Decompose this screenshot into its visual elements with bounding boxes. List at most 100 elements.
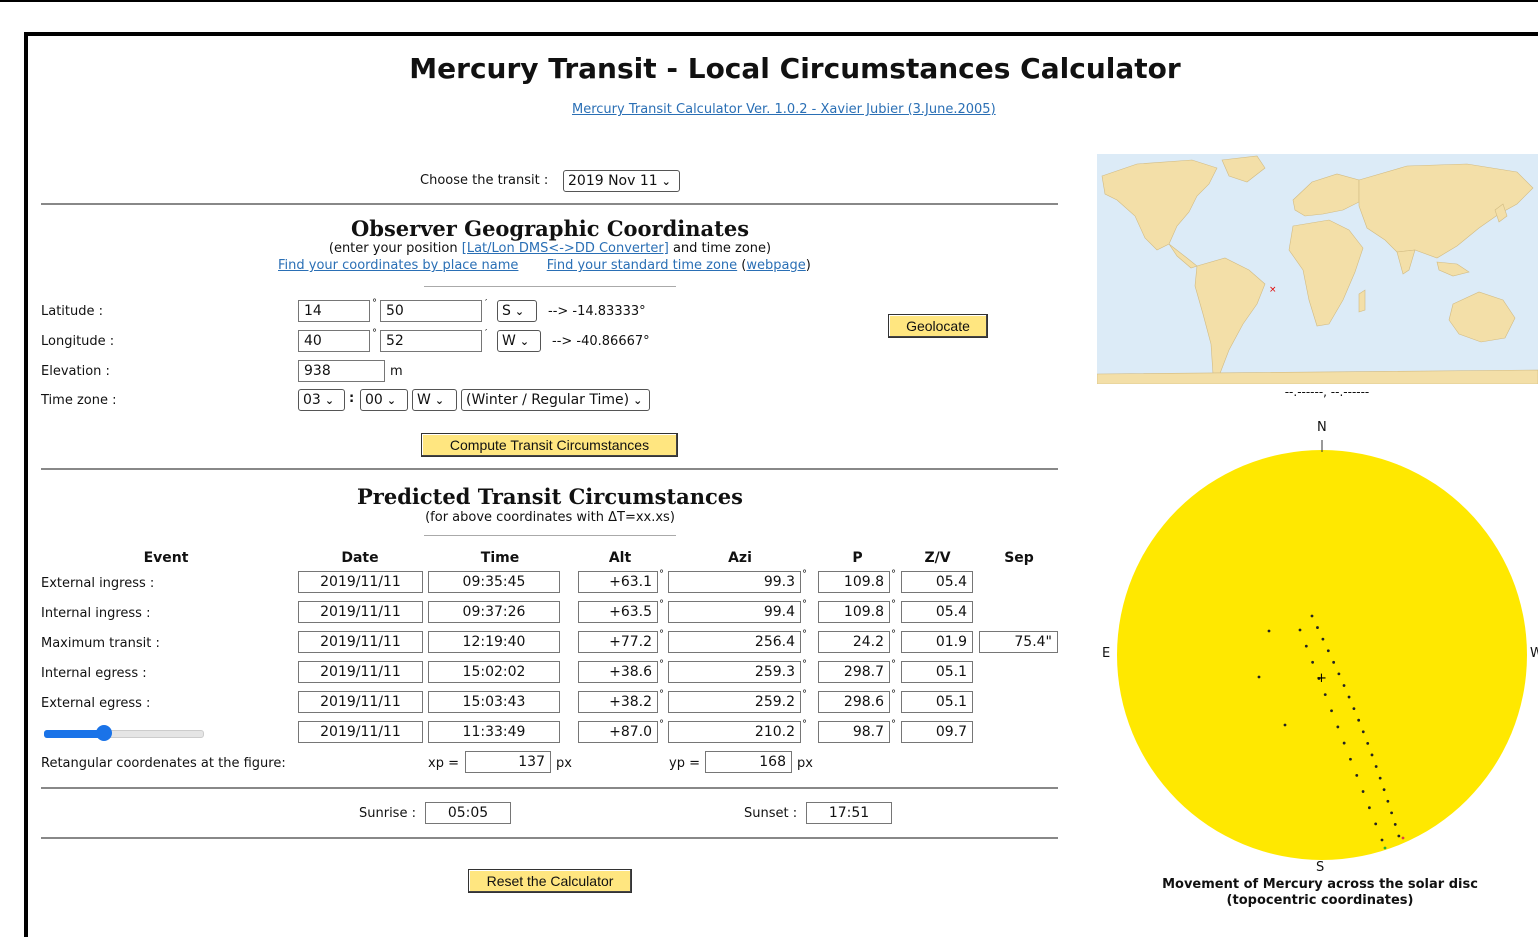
yp-field[interactable]: 168 [705, 751, 792, 773]
note-suffix: and time zone) [672, 241, 772, 256]
track-dot [1361, 730, 1365, 734]
latitude-hemisphere-select[interactable]: S ⌄ [497, 300, 537, 322]
chevron-down-icon: ⌄ [514, 305, 525, 318]
latitude-minutes-input[interactable]: 50 [380, 300, 482, 322]
track-dot [1352, 707, 1356, 711]
degree-mark: ° [891, 569, 896, 580]
timezone-minutes-select[interactable]: 00 ⌄ [360, 389, 408, 411]
predicted-heading: Predicted Transit Circumstances [357, 484, 743, 509]
place-name-link[interactable]: Find your coordinates by place name [278, 258, 518, 273]
elevation-input[interactable]: 938 [298, 360, 385, 382]
date-field[interactable]: 2019/11/11 [298, 661, 423, 683]
track-dot [1383, 846, 1387, 850]
azi-field[interactable]: 99.4 [668, 601, 801, 623]
time-slider[interactable] [44, 725, 204, 741]
divider [41, 203, 1058, 205]
track-dot [1386, 799, 1390, 803]
compute-button[interactable]: Compute Transit Circumstances [421, 433, 678, 457]
time-field[interactable]: 09:35:45 [428, 571, 560, 593]
azi-field[interactable]: 210.2 [668, 721, 801, 743]
indonesia [1436, 261, 1470, 277]
chevron-down-icon: ⌄ [661, 175, 671, 188]
event-label: External ingress : [41, 576, 155, 591]
event-label: Internal ingress : [41, 606, 151, 621]
predicted-note: (for above coordinates with ΔT=xx.xs) [425, 510, 675, 525]
transit-select[interactable]: 2019 Nov 11 ⌄ [563, 170, 680, 192]
alt-field[interactable]: +87.0 [578, 721, 658, 743]
tz-minutes-value: 00 [365, 392, 383, 408]
zv-field[interactable]: 05.1 [901, 691, 973, 713]
azi-field[interactable]: 259.2 [668, 691, 801, 713]
short-divider [424, 535, 676, 536]
col-p: P [852, 550, 863, 566]
latitude-degrees-input[interactable]: 14 [298, 300, 370, 322]
disc-south-label: S [1316, 860, 1325, 875]
track-dot [1267, 629, 1271, 633]
timezone-hours-select[interactable]: 03 ⌄ [298, 389, 345, 411]
map-coordinates: --.------, --.------ [1284, 385, 1370, 399]
p-field[interactable]: 24.2 [818, 631, 890, 653]
yp-label: yp = [669, 756, 700, 771]
time-field[interactable]: 09:37:26 [428, 601, 560, 623]
slider-thumb[interactable] [96, 725, 113, 741]
date-field[interactable]: 2019/11/11 [298, 571, 423, 593]
date-field[interactable]: 2019/11/11 [298, 691, 423, 713]
track-dot [1367, 806, 1371, 810]
track-dot [1310, 614, 1314, 618]
timezone-kind-select[interactable]: (Winter / Regular Time) ⌄ [461, 389, 650, 411]
time-field[interactable]: 15:02:02 [428, 661, 560, 683]
timezone-direction-select[interactable]: W ⌄ [412, 389, 457, 411]
alt-field[interactable]: +38.6 [578, 661, 658, 683]
event-label: Maximum transit : [41, 636, 160, 651]
converter-link[interactable]: [Lat/Lon DMS<->DD Converter] [462, 241, 669, 256]
time-field[interactable]: 12:19:40 [428, 631, 560, 653]
p-field[interactable]: 298.7 [818, 661, 890, 683]
azi-field[interactable]: 259.3 [668, 661, 801, 683]
p-field[interactable]: 109.8 [818, 601, 890, 623]
longitude-direction-select[interactable]: W ⌄ [497, 330, 541, 352]
track-dot [1361, 790, 1365, 793]
zv-field[interactable]: 05.4 [901, 571, 973, 593]
zv-field[interactable]: 01.9 [901, 631, 973, 653]
xp-field[interactable]: 137 [465, 751, 551, 773]
zv-field[interactable]: 05.1 [901, 661, 973, 683]
xp-unit: px [556, 756, 572, 771]
p-field[interactable]: 109.8 [818, 571, 890, 593]
version-link[interactable]: Mercury Transit Calculator Ver. 1.0.2 - … [572, 102, 996, 117]
track-dot [1374, 765, 1378, 768]
time-zone-link[interactable]: Find your standard time zone [547, 258, 737, 273]
south-america [1194, 257, 1266, 377]
p-field[interactable]: 98.7 [818, 721, 890, 743]
azi-field[interactable]: 256.4 [668, 631, 801, 653]
sunrise-field[interactable]: 05:05 [425, 802, 511, 824]
col-azi: Azi [728, 550, 752, 566]
sep-field[interactable]: 75.4" [979, 631, 1058, 653]
azi-field[interactable]: 99.3 [668, 571, 801, 593]
date-field[interactable]: 2019/11/11 [298, 631, 423, 653]
degree-mark: ° [891, 689, 896, 700]
date-field[interactable]: 2019/11/11 [298, 721, 423, 743]
p-field[interactable]: 298.6 [818, 691, 890, 713]
transit-label: Choose the transit : [420, 173, 549, 188]
alt-field[interactable]: +77.2 [578, 631, 658, 653]
central-america [1168, 243, 1198, 269]
observer-heading: Observer Geographic Coordinates [350, 216, 750, 241]
reset-button[interactable]: Reset the Calculator [468, 869, 632, 893]
time-field[interactable]: 15:03:43 [428, 691, 560, 713]
track-dot [1370, 753, 1374, 757]
longitude-degrees-input[interactable]: 40 [298, 330, 370, 352]
longitude-minutes-input[interactable]: 52 [380, 330, 482, 352]
madagascar [1358, 289, 1366, 313]
zv-field[interactable]: 05.4 [901, 601, 973, 623]
alt-field[interactable]: +63.5 [578, 601, 658, 623]
webpage-link[interactable]: webpage [746, 258, 805, 273]
track-dot [1342, 741, 1346, 745]
sunset-field[interactable]: 17:51 [806, 802, 892, 824]
alt-field[interactable]: +38.2 [578, 691, 658, 713]
geolocate-button[interactable]: Geolocate [888, 314, 988, 338]
zv-field[interactable]: 09.7 [901, 721, 973, 743]
world-map[interactable]: × [1097, 154, 1538, 384]
alt-field[interactable]: +63.1 [578, 571, 658, 593]
date-field[interactable]: 2019/11/11 [298, 601, 423, 623]
time-field[interactable]: 11:33:49 [428, 721, 560, 743]
